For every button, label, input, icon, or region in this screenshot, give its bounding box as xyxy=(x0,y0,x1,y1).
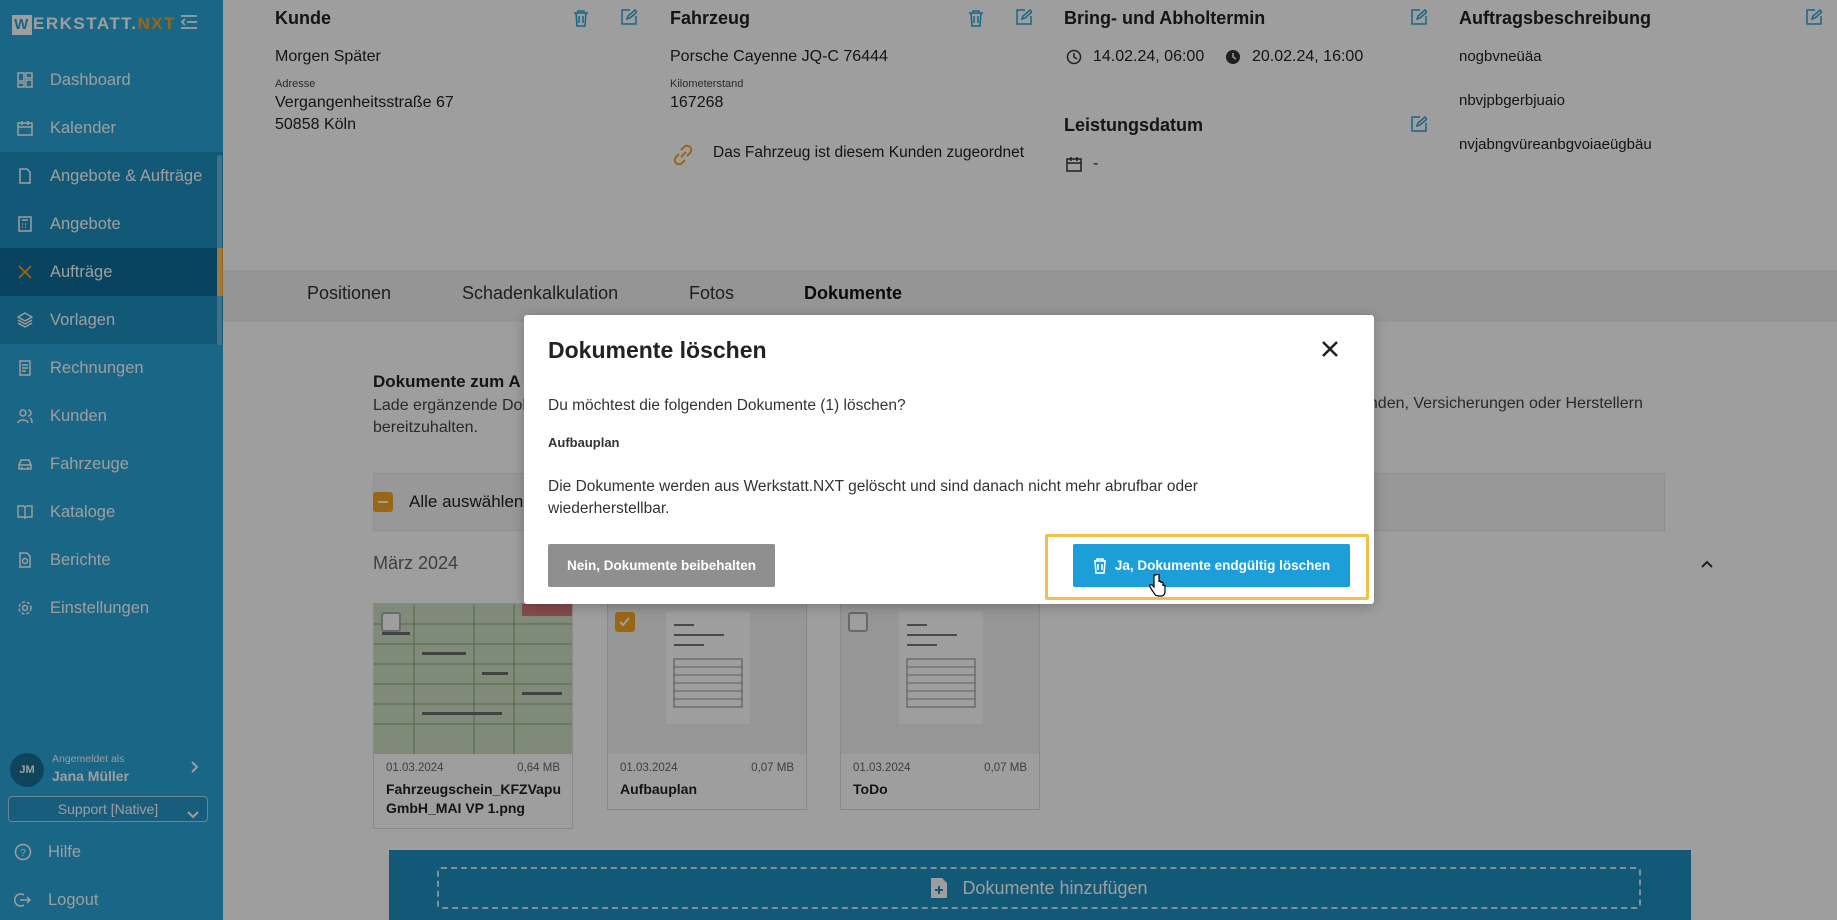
mouse-cursor-icon xyxy=(1148,573,1166,603)
dialog-document-name: Aufbauplan xyxy=(548,435,620,450)
dialog-question: Du möchtest die folgenden Dokumente (1) … xyxy=(548,397,906,414)
delete-documents-dialog: Dokumente löschen Du möchtest die folgen… xyxy=(524,315,1374,604)
dialog-title: Dokumente löschen xyxy=(548,337,767,363)
dialog-warning: Die Dokumente werden aus Werkstatt.NXT g… xyxy=(548,478,1198,517)
delete-documents-button[interactable]: Ja, Dokumente endgültig löschen xyxy=(1073,544,1350,587)
trash-icon xyxy=(1093,557,1107,574)
keep-documents-button[interactable]: Nein, Dokumente beibehalten xyxy=(548,544,775,587)
close-icon[interactable] xyxy=(1320,339,1342,361)
